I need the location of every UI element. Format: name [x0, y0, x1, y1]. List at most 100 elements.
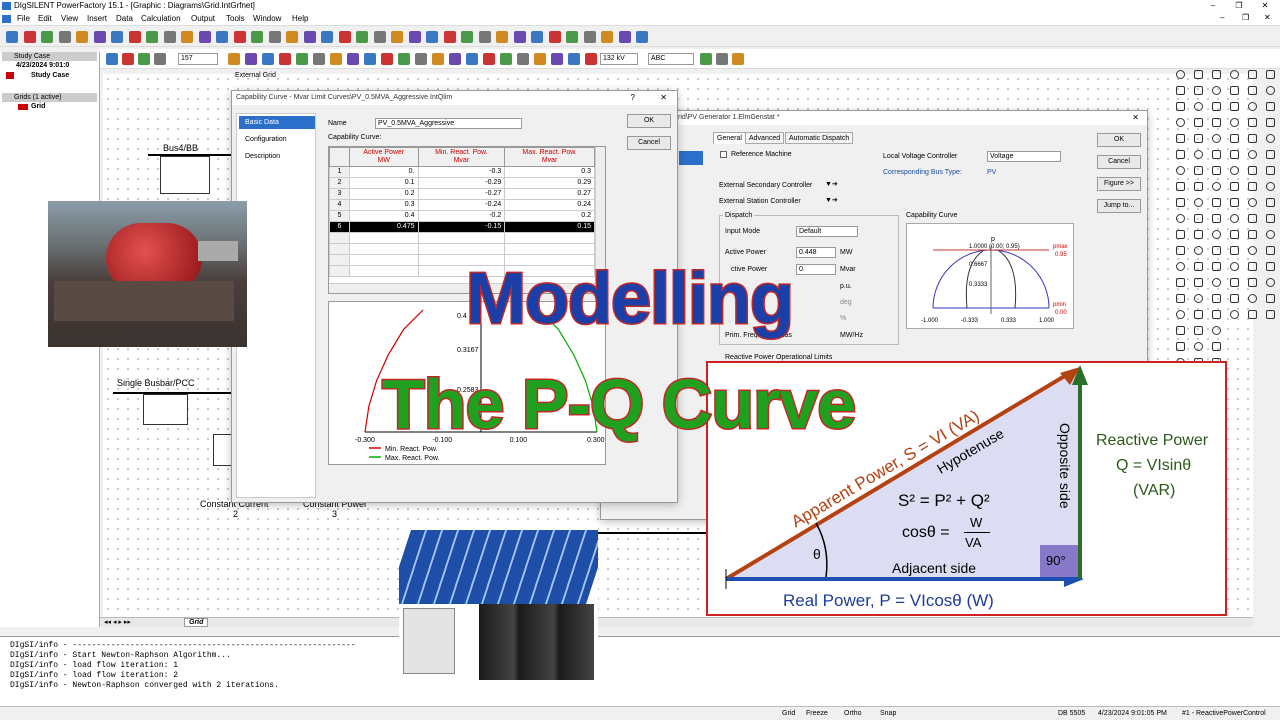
name-input[interactable]: PV_0.5MVA_Aggressive [375, 118, 522, 129]
element-tool-icon[interactable] [1248, 246, 1257, 255]
menu-edit[interactable]: Edit [38, 14, 52, 23]
toolbar-button-icon[interactable] [381, 53, 393, 65]
element-tool-icon[interactable] [1230, 118, 1239, 127]
table-cell[interactable]: 0.3 [349, 199, 419, 211]
element-tool-icon[interactable] [1212, 102, 1221, 111]
table-cell[interactable]: 0.4 [349, 210, 419, 222]
element-tool-icon[interactable] [1194, 310, 1203, 319]
table-cell[interactable]: 0.2 [504, 210, 595, 222]
element-tool-icon[interactable] [1266, 246, 1275, 255]
nav-configuration[interactable]: Configuration [239, 133, 315, 146]
toolbar-button-icon[interactable] [111, 31, 123, 43]
mdi-restore-icon[interactable]: ❐ [1242, 13, 1249, 22]
maximize-icon[interactable]: ❐ [1226, 0, 1252, 12]
element-tool-icon[interactable] [1248, 118, 1257, 127]
element-tool-icon[interactable] [1248, 102, 1257, 111]
toolbar-button-icon[interactable] [500, 53, 512, 65]
element-tool-icon[interactable] [1212, 326, 1221, 335]
table-cell[interactable]: -0.3 [417, 166, 506, 178]
toolbar-button-icon[interactable] [568, 53, 580, 65]
table-cell[interactable]: -0.27 [417, 188, 506, 200]
row-number[interactable]: 1 [329, 166, 350, 178]
gen-close-icon[interactable]: ✕ [1132, 113, 1139, 122]
toolbar-button-icon[interactable] [466, 53, 478, 65]
ref-machine-checkbox[interactable] [720, 151, 727, 158]
table-cell[interactable]: -0.15 [417, 221, 506, 233]
toolbar-button-icon[interactable] [122, 53, 134, 65]
table-row[interactable]: 1 0. -0.3 0.3 [329, 166, 595, 178]
menu-insert[interactable]: Insert [87, 14, 107, 23]
toolbar-button-icon[interactable] [584, 31, 596, 43]
element-tool-icon[interactable] [1248, 294, 1257, 303]
toolbar-button-icon[interactable] [566, 31, 578, 43]
element-tool-icon[interactable] [1230, 198, 1239, 207]
element-tool-icon[interactable] [1212, 198, 1221, 207]
toolbar-button-icon[interactable] [601, 31, 613, 43]
gen-cancel-button[interactable]: Cancel [1097, 155, 1141, 169]
element-tool-icon[interactable] [1248, 166, 1257, 175]
gen-ok-button[interactable]: OK [1097, 133, 1141, 147]
element-tool-icon[interactable] [1194, 150, 1203, 159]
element-tool-icon[interactable] [1248, 134, 1257, 143]
element-tool-icon[interactable] [1176, 214, 1185, 223]
element-tool-icon[interactable] [1194, 182, 1203, 191]
element-tool-icon[interactable] [1230, 262, 1239, 271]
toolbar-button-icon[interactable] [534, 53, 546, 65]
gen-nav-selected[interactable] [679, 151, 703, 165]
minimize-icon[interactable]: – [1200, 0, 1226, 12]
table-cell[interactable]: 0.2 [349, 188, 419, 200]
element-tool-icon[interactable] [1176, 294, 1185, 303]
toolbar-button-icon[interactable] [106, 53, 118, 65]
toolbar-button-icon[interactable] [304, 31, 316, 43]
nav-basic-data[interactable]: Basic Data [239, 116, 315, 129]
voltage-combo[interactable]: 132 kV [600, 53, 638, 65]
element-tool-icon[interactable] [1248, 198, 1257, 207]
element-tool-icon[interactable] [1212, 118, 1221, 127]
element-tool-icon[interactable] [1194, 262, 1203, 271]
element-tool-icon[interactable] [1266, 310, 1275, 319]
menu-calculation[interactable]: Calculation [141, 14, 181, 23]
toolbar-button-icon[interactable] [234, 31, 246, 43]
toolbar-button-icon[interactable] [339, 31, 351, 43]
toolbar-button-icon[interactable] [6, 31, 18, 43]
element-tool-icon[interactable] [1194, 214, 1203, 223]
toolbar-button-icon[interactable] [138, 53, 150, 65]
col-max-react[interactable]: Max. React. Pow. Mvar [504, 147, 595, 167]
element-tool-icon[interactable] [1266, 86, 1275, 95]
toolbar-button-icon[interactable] [269, 31, 281, 43]
bus4-element[interactable] [160, 156, 210, 194]
element-tool-icon[interactable] [1248, 214, 1257, 223]
toolbar-button-icon[interactable] [409, 31, 421, 43]
element-tool-icon[interactable] [1212, 278, 1221, 287]
element-tool-icon[interactable] [1248, 262, 1257, 271]
toolbar-button-icon[interactable] [356, 31, 368, 43]
toolbar-button-icon[interactable] [296, 53, 308, 65]
element-tool-icon[interactable] [1176, 326, 1185, 335]
toolbar-button-icon[interactable] [531, 31, 543, 43]
element-tool-icon[interactable] [1266, 198, 1275, 207]
pcc-element[interactable] [143, 394, 188, 425]
cap-ok-button[interactable]: OK [627, 114, 671, 128]
toolbar-button-icon[interactable] [449, 53, 461, 65]
element-tool-icon[interactable] [1176, 198, 1185, 207]
element-tool-icon[interactable] [1266, 102, 1275, 111]
element-tool-icon[interactable] [1212, 70, 1221, 79]
element-tool-icon[interactable] [1194, 86, 1203, 95]
toolbar-button-icon[interactable] [262, 53, 274, 65]
element-tool-icon[interactable] [1230, 166, 1239, 175]
table-cell[interactable]: 0.1 [349, 177, 419, 189]
element-tool-icon[interactable] [1194, 326, 1203, 335]
toolbar-button-icon[interactable] [432, 53, 444, 65]
element-tool-icon[interactable] [1266, 70, 1275, 79]
element-tool-icon[interactable] [1194, 230, 1203, 239]
toolbar-button-icon[interactable] [716, 53, 728, 65]
toolbar-button-icon[interactable] [426, 31, 438, 43]
element-tool-icon[interactable] [1212, 262, 1221, 271]
toolbar-button-icon[interactable] [76, 31, 88, 43]
element-tool-icon[interactable] [1230, 134, 1239, 143]
table-row[interactable]: 2 0.1 -0.29 0.29 [329, 177, 595, 189]
row-number[interactable]: 4 [329, 199, 350, 211]
toolbar-button-icon[interactable] [483, 53, 495, 65]
status-freeze[interactable]: Freeze [806, 710, 828, 717]
col-min-react[interactable]: Min. React. Pow. Mvar [417, 147, 506, 167]
